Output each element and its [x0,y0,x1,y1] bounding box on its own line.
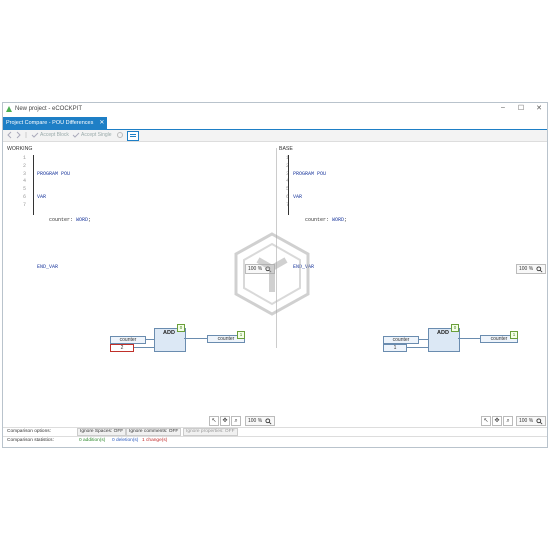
base-block-badge: 0 [451,324,459,332]
pan-icon[interactable]: ✥ [220,416,230,426]
base-fbd-zoom[interactable]: 100 % [516,416,547,426]
tab-project-compare[interactable]: Project Compare - POU Differences ✕ [3,117,108,129]
comparison-options-row: Comparison options: Ignore Spaces: OFF I… [3,427,547,436]
pointer-icon[interactable]: ↖ [481,416,491,426]
base-input-constant[interactable]: 1 [383,344,407,352]
base-input-counter[interactable]: counter [383,336,419,344]
app-icon [6,106,12,112]
ignore-spaces-toggle[interactable]: Ignore Spaces: OFF [77,428,127,436]
base-decl-zoom[interactable]: 100 % [516,264,547,274]
working-fbd-zoom[interactable]: 100 % [245,416,276,426]
wire [458,338,480,339]
options-label: Comparison options: [7,429,51,434]
working-editor-margin [33,155,34,215]
base-editor-margin [288,155,289,215]
zoom-icon[interactable] [536,265,543,273]
tab-close-icon[interactable]: ✕ [99,117,104,129]
toggle-view-button[interactable] [127,131,139,141]
working-output-badge: 1 [237,331,245,339]
back-icon[interactable] [6,131,14,139]
ignore-comments-toggle[interactable]: Ignore comments: OFF [126,428,182,436]
ignore-properties-toggle[interactable]: Ignore properties: OFF [183,428,238,436]
working-input-constant-changed[interactable]: 2 [110,344,134,352]
base-output-badge: 1 [510,331,518,339]
zoom-tool-icon[interactable]: ⌕ [231,416,241,426]
working-nav-tools: ↖ ✥ ⌕ [209,416,241,426]
title-bar: New project - eCOCKPIT – ☐ ✕ [3,103,547,116]
base-add-label: ADD [437,330,449,336]
accept-block-button[interactable]: Accept Block [40,132,69,138]
working-panel-label: WORKING [7,146,33,152]
forward-icon[interactable] [14,131,22,139]
accept-single-button[interactable]: Accept Single [81,132,112,138]
pan-icon[interactable]: ✥ [492,416,502,426]
base-line-numbers: 1234567 [275,155,289,210]
window-title: New project - eCOCKPIT [15,106,83,112]
zoom-tool-icon[interactable]: ⌕ [503,416,513,426]
minimize-button[interactable]: – [499,104,507,112]
wire [184,338,207,339]
working-block-badge: 0 [177,324,185,332]
accept-single-icon [72,132,80,138]
base-nav-tools: ↖ ✥ ⌕ [481,416,513,426]
separator-icon [25,132,27,138]
changes-count: 1 change(s) [142,438,168,443]
tab-label: Project Compare - POU Differences [6,120,94,126]
zoom-icon[interactable] [265,417,272,425]
refresh-icon[interactable] [116,131,124,139]
wire [407,347,428,348]
maximize-button[interactable]: ☐ [517,104,525,112]
pointer-icon[interactable]: ↖ [209,416,219,426]
toolbar: Accept Block Accept Single [3,130,547,142]
accept-block-icon [31,132,39,138]
working-input-counter[interactable]: counter [110,336,146,344]
base-panel-label: BASE [279,146,293,152]
zoom-icon[interactable] [536,417,543,425]
close-window-button[interactable]: ✕ [535,104,543,112]
working-line-numbers: 1234567 [22,155,26,208]
tab-strip: Project Compare - POU Differences ✕ [3,117,547,131]
wire [146,339,154,340]
deletions-count: 0 deletion(s) [112,438,139,443]
wire [419,339,428,340]
additions-count: 0 addition(s) [79,438,106,443]
working-add-label: ADD [163,330,175,336]
watermark-logo [234,232,310,316]
window-controls: – ☐ ✕ [499,104,543,112]
statistics-label: Comparison statistics: [7,438,54,443]
comparison-statistics-row: Comparison statistics: 0 addition(s) 0 d… [3,436,547,445]
wire [134,347,154,348]
working-code-editor[interactable]: PROGRAM POU VAR counter: WORD; END_VAR [37,155,91,288]
